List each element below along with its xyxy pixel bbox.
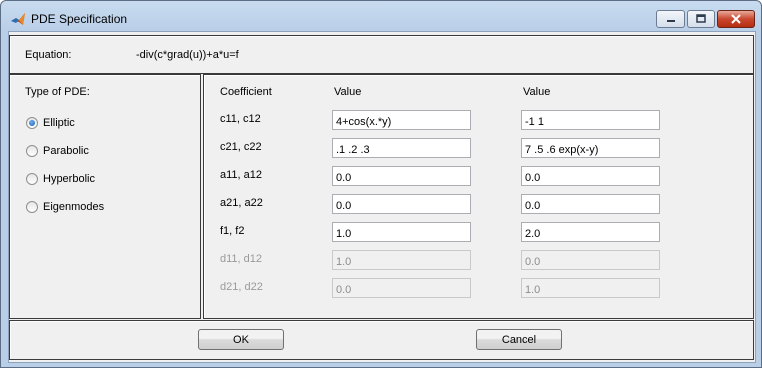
pde-specification-window: PDE Specification Equation: -div(c*grad(… (0, 0, 762, 368)
title-bar[interactable]: PDE Specification (1, 1, 761, 35)
a21-a22-value2-field[interactable] (521, 194, 660, 214)
coef-name-d11-d12: d11, d12 (220, 253, 263, 265)
d21-d22-value2-field (521, 278, 660, 298)
value-header-1: Value (334, 86, 362, 98)
d11-d12-value1-field (332, 250, 471, 270)
coef-name-a21-a22: a21, a22 (220, 197, 263, 209)
radio-label[interactable]: Parabolic (43, 145, 89, 157)
close-button[interactable] (717, 10, 755, 28)
coef-name-a11-a12: a11, a12 (220, 169, 263, 181)
c21-c22-value1-field[interactable] (332, 138, 471, 158)
radio-label[interactable]: Elliptic (43, 117, 75, 129)
equation-text: -div(c*grad(u))+a*u=f (136, 49, 239, 61)
value-header-2: Value (523, 86, 551, 98)
a11-a12-value2-field[interactable] (521, 166, 660, 186)
d11-d12-value2-field (521, 250, 660, 270)
radio-button[interactable] (26, 173, 38, 185)
maximize-icon (696, 14, 706, 23)
coefficient-header: Coefficient (220, 86, 272, 98)
minimize-button[interactable] (656, 10, 685, 28)
coef-name-f1-f2: f1, f2 (220, 225, 245, 237)
coefficients-panel: Coefficient Value Value c11, c12 c21, c2… (203, 74, 754, 319)
radio-button[interactable] (26, 145, 38, 157)
c11-c12-value2-field[interactable] (521, 110, 660, 130)
radio-button[interactable] (26, 201, 38, 213)
a21-a22-value1-field[interactable] (332, 194, 471, 214)
close-icon (731, 14, 741, 24)
window-title: PDE Specification (31, 12, 128, 26)
c11-c12-value1-field[interactable] (332, 110, 471, 130)
buttons-panel: OK Cancel (9, 320, 754, 360)
dialog-content: Equation: -div(c*grad(u))+a*u=f Type of … (8, 31, 756, 363)
minimize-icon (666, 20, 675, 22)
pde-type-label: Type of PDE: (25, 86, 90, 98)
coef-name-c11-c12: c11, c12 (220, 113, 261, 125)
a11-a12-value1-field[interactable] (332, 166, 471, 186)
maximize-button[interactable] (687, 10, 715, 28)
equation-label: Equation: (25, 49, 72, 61)
ok-button[interactable]: OK (198, 329, 284, 350)
c21-c22-value2-field[interactable] (521, 138, 660, 158)
coef-name-d21-d22: d21, d22 (220, 281, 263, 293)
f1-f2-value1-field[interactable] (332, 222, 471, 242)
f1-f2-value2-field[interactable] (521, 222, 660, 242)
radio-button[interactable] (26, 117, 38, 129)
d21-d22-value1-field (332, 278, 471, 298)
pde-type-panel: Type of PDE: Elliptic Parabolic Hyperbol… (9, 74, 201, 319)
coef-name-c21-c22: c21, c22 (220, 141, 262, 153)
equation-panel: Equation: -div(c*grad(u))+a*u=f (9, 35, 754, 74)
cancel-button[interactable]: Cancel (476, 329, 562, 350)
matlab-logo-icon (11, 13, 25, 25)
radio-label[interactable]: Hyperbolic (43, 173, 95, 185)
radio-label[interactable]: Eigenmodes (43, 201, 104, 213)
